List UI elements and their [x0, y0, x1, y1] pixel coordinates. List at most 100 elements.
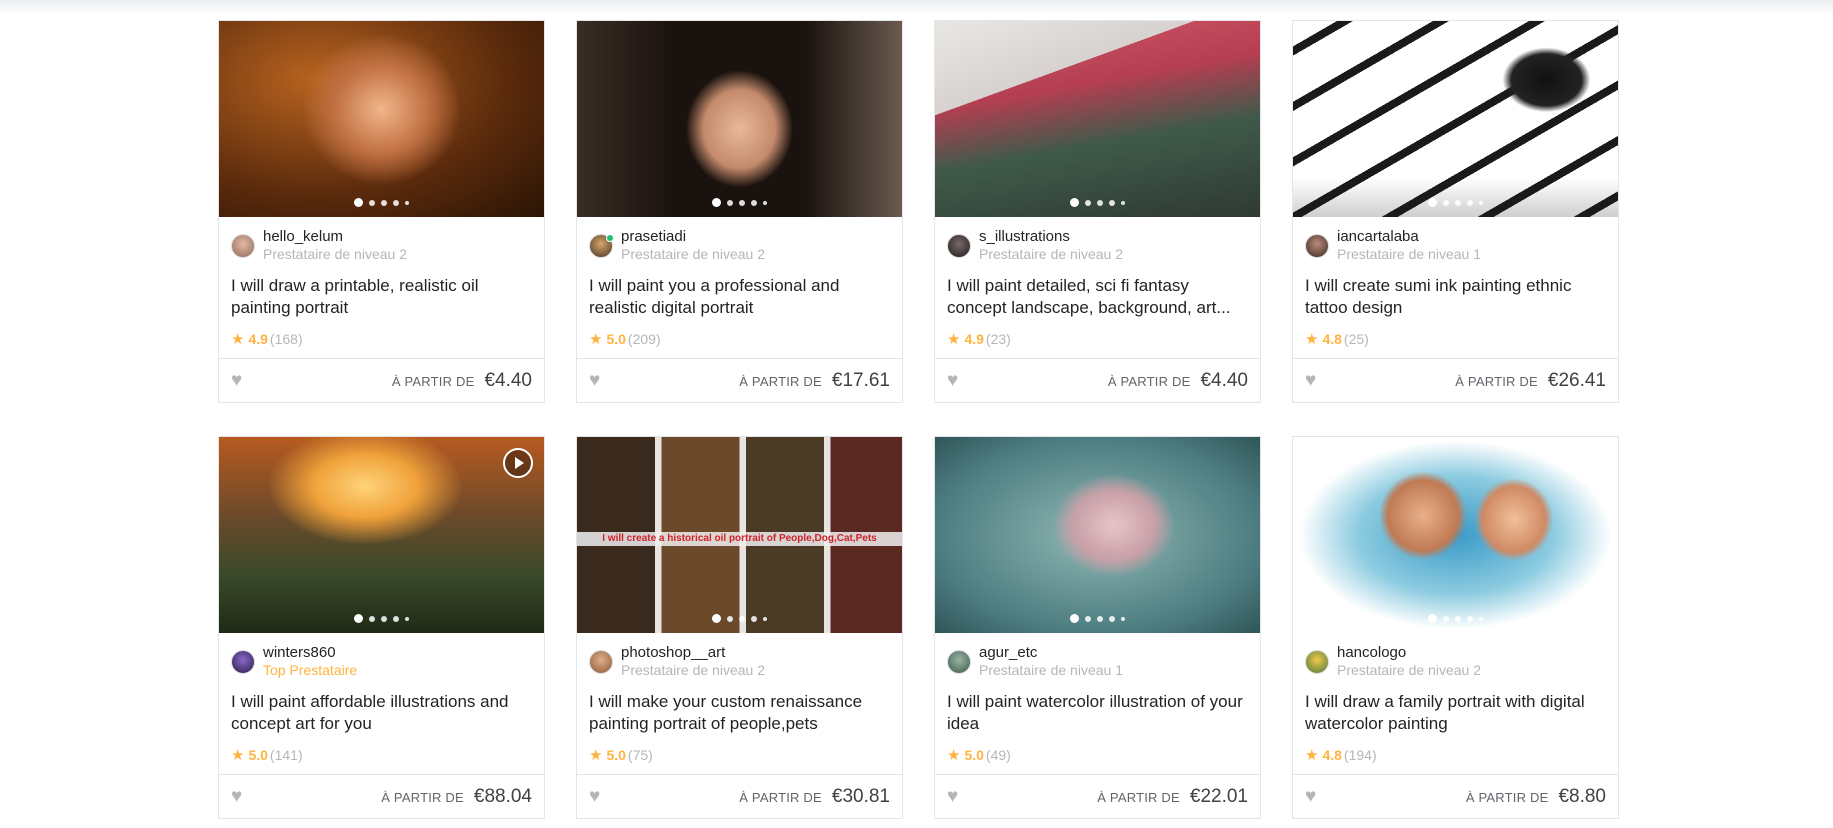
- avatar[interactable]: [231, 234, 255, 258]
- rating: ★ 5.0 (209): [589, 331, 661, 348]
- star-icon: ★: [947, 747, 961, 764]
- gig-title[interactable]: I will paint detailed, sci fi fantasy co…: [935, 275, 1260, 319]
- family-portrait-image: [1293, 437, 1618, 633]
- seller-level: Prestataire de niveau 1: [1337, 246, 1481, 262]
- seller-level: Top Prestataire: [263, 662, 358, 678]
- star-icon: ★: [231, 331, 245, 348]
- carousel-dots[interactable]: [577, 614, 902, 623]
- star-icon: ★: [231, 747, 245, 764]
- gig-card[interactable]: iancartalaba Prestataire de niveau 1 I w…: [1292, 20, 1619, 403]
- avatar[interactable]: [947, 234, 971, 258]
- avatar[interactable]: [589, 650, 613, 674]
- price[interactable]: À PARTIR DE €22.01: [1097, 786, 1248, 808]
- image-banner-text: I will create a historical oil portrait …: [577, 532, 902, 546]
- gig-image[interactable]: [935, 21, 1260, 217]
- gig-image[interactable]: [1293, 437, 1618, 633]
- gig-card[interactable]: agur_etc Prestataire de niveau 1 I will …: [934, 436, 1261, 819]
- gig-image[interactable]: [219, 21, 544, 217]
- heart-icon[interactable]: ♥: [947, 787, 958, 806]
- star-icon: ★: [1305, 331, 1319, 348]
- seller-level: Prestataire de niveau 2: [621, 662, 765, 678]
- price[interactable]: À PARTIR DE €4.40: [392, 370, 532, 392]
- rating: ★ 4.9 (168): [231, 331, 303, 348]
- gig-title[interactable]: I will paint affordable illustrations an…: [219, 691, 544, 735]
- rating: ★ 4.8 (194): [1305, 747, 1377, 764]
- gig-card[interactable]: I will create a historical oil portrait …: [576, 436, 903, 819]
- price[interactable]: À PARTIR DE €88.04: [381, 786, 532, 808]
- star-icon: ★: [947, 331, 961, 348]
- gig-title[interactable]: I will make your custom renaissance pain…: [577, 691, 902, 735]
- heart-icon[interactable]: ♥: [1305, 787, 1316, 806]
- price[interactable]: À PARTIR DE €26.41: [1455, 370, 1606, 392]
- digital-portrait-image: [577, 21, 902, 217]
- garden-couple-image: [219, 437, 544, 633]
- seller-level: Prestataire de niveau 1: [979, 662, 1123, 678]
- oil-portrait-image: [219, 21, 544, 217]
- avatar[interactable]: [1305, 234, 1329, 258]
- seller-level: Prestataire de niveau 2: [979, 246, 1123, 262]
- heart-icon[interactable]: ♥: [231, 371, 242, 390]
- gig-title[interactable]: I will draw a family portrait with digit…: [1293, 691, 1618, 735]
- gig-card[interactable]: winters860 Top Prestataire I will paint …: [218, 436, 545, 819]
- rating: ★ 5.0 (49): [947, 747, 1011, 764]
- seller-name[interactable]: s_illustrations: [979, 228, 1123, 245]
- price[interactable]: À PARTIR DE €8.80: [1466, 786, 1606, 808]
- heart-icon[interactable]: ♥: [589, 787, 600, 806]
- seller-name[interactable]: photoshop__art: [621, 644, 765, 661]
- gig-image[interactable]: [1293, 21, 1618, 217]
- gig-title[interactable]: I will paint watercolor illustration of …: [935, 691, 1260, 735]
- watercolor-sleeper-image: [935, 437, 1260, 633]
- star-icon: ★: [589, 747, 603, 764]
- carousel-dots[interactable]: [1293, 198, 1618, 207]
- star-icon: ★: [1305, 747, 1319, 764]
- seller-name[interactable]: prasetiadi: [621, 228, 765, 245]
- carousel-dots[interactable]: [935, 198, 1260, 207]
- gig-title[interactable]: I will paint you a professional and real…: [577, 275, 902, 319]
- gig-grid: hello_kelum Prestataire de niveau 2 I wi…: [218, 20, 1619, 819]
- gig-card[interactable]: prasetiadi Prestataire de niveau 2 I wil…: [576, 20, 903, 403]
- gig-image[interactable]: [219, 437, 544, 633]
- seller-name[interactable]: agur_etc: [979, 644, 1123, 661]
- heart-icon[interactable]: ♥: [1305, 371, 1316, 390]
- seller-name[interactable]: iancartalaba: [1337, 228, 1481, 245]
- dragon-landscape-image: [935, 21, 1260, 217]
- header-shadow: [0, 0, 1833, 14]
- seller-name[interactable]: hello_kelum: [263, 228, 407, 245]
- gig-title[interactable]: I will create sumi ink painting ethnic t…: [1293, 275, 1618, 319]
- gig-image[interactable]: [935, 437, 1260, 633]
- heart-icon[interactable]: ♥: [231, 787, 242, 806]
- avatar[interactable]: [1305, 650, 1329, 674]
- ink-octopus-image: [1293, 21, 1618, 217]
- seller-name[interactable]: hancologo: [1337, 644, 1481, 661]
- price[interactable]: À PARTIR DE €17.61: [739, 370, 890, 392]
- carousel-dots[interactable]: [577, 198, 902, 207]
- gig-title[interactable]: I will draw a printable, realistic oil p…: [219, 275, 544, 319]
- seller-level: Prestataire de niveau 2: [621, 246, 765, 262]
- gig-card[interactable]: hello_kelum Prestataire de niveau 2 I wi…: [218, 20, 545, 403]
- rating: ★ 4.9 (23): [947, 331, 1011, 348]
- price[interactable]: À PARTIR DE €30.81: [739, 786, 890, 808]
- seller-level: Prestataire de niveau 2: [1337, 662, 1481, 678]
- seller-level: Prestataire de niveau 2: [263, 246, 407, 262]
- heart-icon[interactable]: ♥: [589, 371, 600, 390]
- seller-name[interactable]: winters860: [263, 644, 357, 661]
- avatar[interactable]: [589, 234, 614, 258]
- rating: ★ 4.8 (25): [1305, 331, 1369, 348]
- price[interactable]: À PARTIR DE €4.40: [1108, 370, 1248, 392]
- avatar[interactable]: [947, 650, 971, 674]
- rating: ★ 5.0 (141): [231, 747, 303, 764]
- gig-card[interactable]: s_illustrations Prestataire de niveau 2 …: [934, 20, 1261, 403]
- carousel-dots[interactable]: [935, 614, 1260, 623]
- carousel-dots[interactable]: [219, 614, 544, 623]
- carousel-dots[interactable]: [1293, 614, 1618, 623]
- gig-image[interactable]: I will create a historical oil portrait …: [577, 437, 902, 633]
- online-indicator: [606, 234, 614, 242]
- avatar[interactable]: [231, 650, 255, 674]
- rating: ★ 5.0 (75): [589, 747, 653, 764]
- star-icon: ★: [589, 331, 603, 348]
- gig-card[interactable]: hancologo Prestataire de niveau 2 I will…: [1292, 436, 1619, 819]
- gig-image[interactable]: [577, 21, 902, 217]
- carousel-dots[interactable]: [219, 198, 544, 207]
- heart-icon[interactable]: ♥: [947, 371, 958, 390]
- play-video-button[interactable]: [503, 448, 533, 478]
